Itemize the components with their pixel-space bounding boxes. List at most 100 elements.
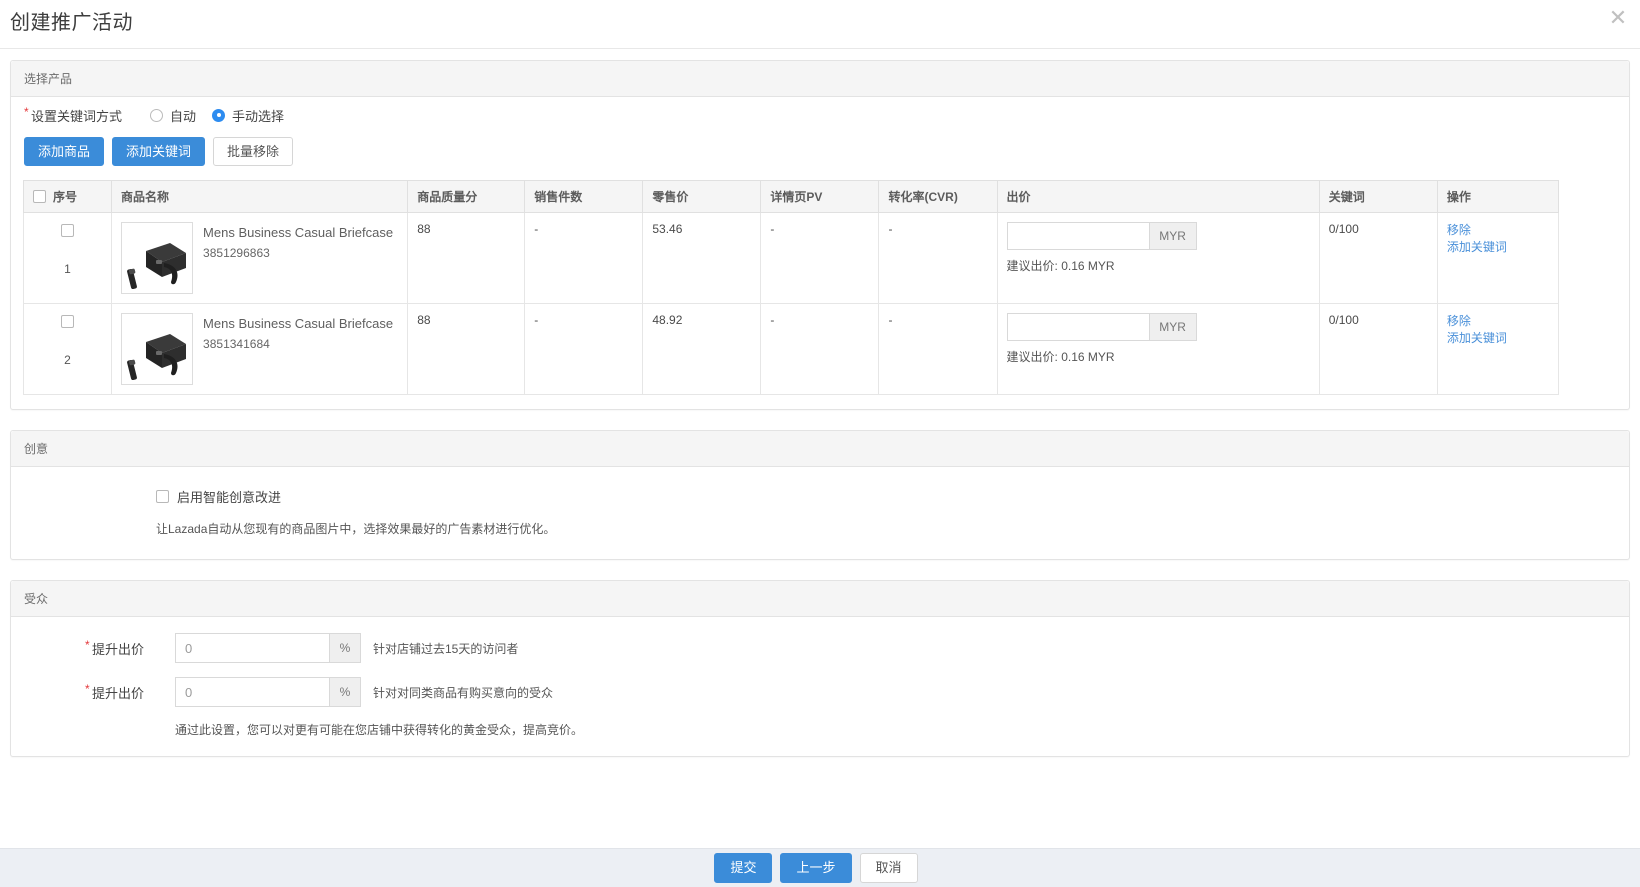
audience-panel: 受众 * 提升出价 % 针对店铺过去15天的访问者 *	[10, 580, 1630, 757]
radio-option-manual[interactable]: 手动选择	[212, 106, 284, 125]
audience-panel-heading: 受众	[11, 581, 1629, 617]
keyword-mode-radio-group: 自动 手动选择	[150, 106, 300, 125]
product-table: 序号 商品名称 商品质量分 销售件数 零售价 详情页PV 转化率(CVR) 出价…	[22, 180, 1560, 395]
briefcase-image	[122, 223, 193, 293]
table-header-row: 序号 商品名称 商品质量分 销售件数 零售价 详情页PV 转化率(CVR) 出价…	[22, 180, 1560, 213]
dialog-header: 创建推广活动 ✕	[0, 0, 1640, 49]
product-thumbnail	[121, 222, 194, 294]
boost-bid-label-intent: * 提升出价	[85, 681, 161, 702]
creative-panel-body: 启用智能创意改进 让Lazada自动从您现有的商品图片中，选择效果最好的广告素材…	[11, 467, 1629, 559]
bid-currency-label: MYR	[1148, 222, 1197, 250]
radio-option-auto[interactable]: 自动	[150, 106, 196, 125]
column-header-index: 序号	[22, 180, 113, 213]
creative-panel: 创意 启用智能创意改进 让Lazada自动从您现有的商品图片中，选择效果最好的广…	[10, 430, 1630, 560]
row-select-checkbox[interactable]	[61, 315, 75, 328]
column-header-actions: 操作	[1436, 180, 1560, 213]
add-keyword-link[interactable]: 添加关键词	[1447, 239, 1549, 256]
boost-bid-input-intent[interactable]	[175, 677, 329, 707]
product-panel-heading: 选择产品	[11, 61, 1629, 97]
remove-link[interactable]: 移除	[1447, 313, 1549, 330]
product-thumbnail	[121, 313, 194, 385]
column-header-sold: 销售件数	[524, 180, 644, 213]
row-actions-cell: 移除 添加关键词	[1436, 303, 1560, 395]
creative-panel-heading: 创意	[11, 431, 1629, 467]
row-keyword-count: 0/100	[1318, 303, 1438, 395]
dialog-body: 选择产品 * 设置关键词方式 自动 手动选择 添加商品 添加关键词 批量移除 序…	[0, 50, 1640, 848]
row-bid-cell: MYR 建议出价: 0.16 MYR	[996, 212, 1320, 304]
keyword-mode-label-text: 设置关键词方式	[31, 108, 123, 124]
column-header-index-label: 序号	[53, 190, 78, 204]
row-index-number: 1	[64, 262, 71, 276]
row-cvr: -	[878, 303, 998, 395]
close-icon[interactable]: ✕	[1604, 4, 1632, 32]
product-name: Mens Business Casual Briefcase	[203, 225, 394, 240]
smart-creative-label: 启用智能创意改进	[177, 490, 282, 505]
table-row: 1 Mens Business Casual Briefcase 3851296…	[22, 212, 1560, 304]
create-campaign-dialog: 创建推广活动 ✕ 选择产品 * 设置关键词方式 自动 手动选择 添加商品 添加关…	[0, 0, 1640, 887]
row-sold: -	[524, 303, 644, 395]
column-header-keywords: 关键词	[1318, 180, 1438, 213]
required-star: *	[85, 637, 90, 652]
radio-label-manual: 手动选择	[232, 108, 285, 124]
add-keyword-link[interactable]: 添加关键词	[1447, 330, 1549, 347]
row-index-cell: 2	[22, 303, 113, 395]
radio-dot-manual	[212, 108, 226, 122]
smart-creative-toggle[interactable]: 启用智能创意改进	[156, 487, 1617, 506]
cancel-button[interactable]: 取消	[859, 853, 918, 883]
column-header-retail-price: 零售价	[642, 180, 762, 213]
radio-label-auto: 自动	[170, 108, 197, 124]
radio-dot-auto	[150, 108, 164, 122]
row-sold: -	[524, 212, 644, 304]
add-keyword-button[interactable]: 添加关键词	[112, 137, 206, 166]
boost-bid-label-visitors: * 提升出价	[85, 637, 161, 658]
smart-creative-checkbox[interactable]	[156, 490, 169, 503]
product-selection-panel: 选择产品 * 设置关键词方式 自动 手动选择 添加商品 添加关键词 批量移除 序…	[10, 60, 1630, 410]
boost-bid-input-visitors[interactable]	[175, 633, 329, 663]
row-detail-pv: -	[760, 303, 880, 395]
row-quality-score: 88	[407, 212, 526, 304]
row-detail-pv: -	[760, 212, 880, 304]
audience-note: 通过此设置，您可以对更有可能在您店铺中获得转化的黄金受众，提高竞价。	[175, 723, 584, 737]
submit-button[interactable]: 提交	[714, 853, 773, 883]
boost-bid-description-visitors: 针对店铺过去15天的访问者	[373, 641, 519, 656]
required-star: *	[85, 681, 90, 696]
keyword-mode-row: * 设置关键词方式 自动 手动选择	[11, 103, 1629, 127]
boost-bid-label-intent-text: 提升出价	[92, 685, 145, 701]
bid-input[interactable]	[1006, 313, 1149, 341]
remove-link[interactable]: 移除	[1447, 222, 1549, 239]
audience-boost-row-intent: * 提升出价 % 针对对同类商品有购买意向的受众	[23, 677, 1617, 707]
creative-note: 让Lazada自动从您现有的商品图片中，选择效果最好的广告素材进行优化。	[156, 522, 556, 536]
percent-unit-label: %	[329, 633, 361, 663]
row-product-cell: Mens Business Casual Briefcase 385134168…	[111, 303, 409, 395]
column-header-quality-score: 商品质量分	[407, 180, 526, 213]
product-panel-body: * 设置关键词方式 自动 手动选择 添加商品 添加关键词 批量移除 序号 商品名…	[11, 103, 1629, 409]
product-id: 3851296863	[203, 246, 270, 260]
bid-currency-label: MYR	[1148, 313, 1197, 341]
boost-bid-description-intent: 针对对同类商品有购买意向的受众	[373, 685, 554, 700]
boost-bid-label-visitors-text: 提升出价	[92, 641, 145, 657]
row-select-checkbox[interactable]	[61, 224, 75, 237]
row-quality-score: 88	[407, 303, 526, 395]
product-id: 3851341684	[203, 337, 270, 351]
bid-input[interactable]	[1006, 222, 1149, 250]
row-index-cell: 1	[22, 212, 113, 304]
keyword-mode-label: * 设置关键词方式	[24, 105, 123, 125]
row-keyword-count: 0/100	[1318, 212, 1438, 304]
row-actions-cell: 移除 添加关键词	[1436, 212, 1560, 304]
suggested-bid-hint: 建议出价: 0.16 MYR	[1006, 259, 1115, 273]
row-retail-price: 53.46	[642, 212, 762, 304]
select-all-checkbox[interactable]	[33, 190, 46, 203]
batch-remove-button[interactable]: 批量移除	[213, 137, 294, 166]
column-header-bid: 出价	[996, 180, 1320, 213]
suggested-bid-hint: 建议出价: 0.16 MYR	[1006, 350, 1115, 364]
add-product-button[interactable]: 添加商品	[24, 137, 105, 166]
row-bid-cell: MYR 建议出价: 0.16 MYR	[996, 303, 1320, 395]
row-index-number: 2	[64, 353, 71, 367]
previous-step-button[interactable]: 上一步	[780, 853, 852, 883]
column-header-cvr: 转化率(CVR)	[878, 180, 998, 213]
product-name: Mens Business Casual Briefcase	[203, 316, 394, 331]
briefcase-image	[122, 314, 193, 384]
footer-buttons: 提交 上一步 取消	[714, 853, 925, 883]
dialog-footer: 提交 上一步 取消	[0, 848, 1640, 887]
audience-boost-row-visitors: * 提升出价 % 针对店铺过去15天的访问者	[23, 633, 1617, 663]
